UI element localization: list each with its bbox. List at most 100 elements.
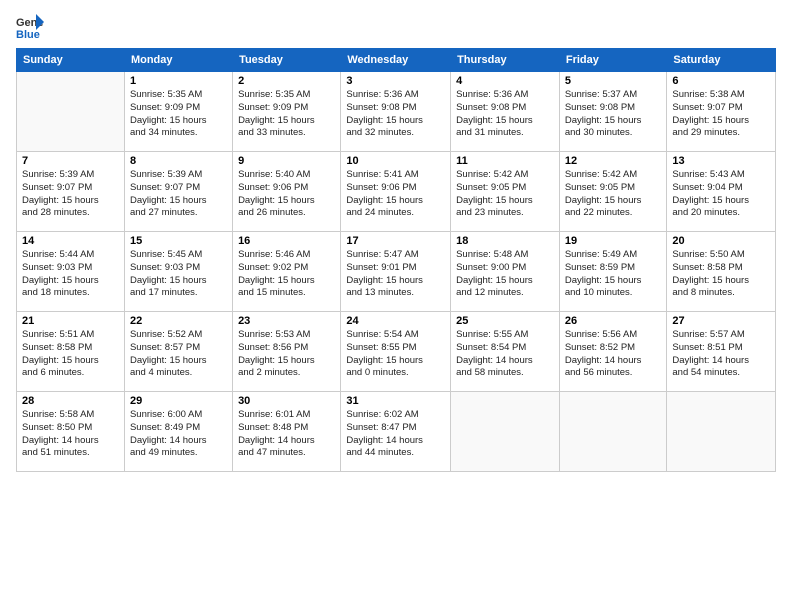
day-number: 8 bbox=[130, 155, 227, 167]
cell-content: Sunrise: 5:52 AMSunset: 8:57 PMDaylight:… bbox=[130, 329, 227, 380]
cell-content: Sunrise: 5:50 AMSunset: 8:58 PMDaylight:… bbox=[672, 249, 770, 300]
cell-content: Sunrise: 5:49 AMSunset: 8:59 PMDaylight:… bbox=[565, 249, 662, 300]
calendar-week-5: 28 Sunrise: 5:58 AMSunset: 8:50 PMDayligh… bbox=[17, 392, 776, 472]
day-number: 30 bbox=[238, 395, 335, 407]
calendar-cell: 28 Sunrise: 5:58 AMSunset: 8:50 PMDayligh… bbox=[17, 392, 125, 472]
weekday-header-monday: Monday bbox=[124, 49, 232, 72]
calendar-cell: 22Sunrise: 5:52 AMSunset: 8:57 PMDayligh… bbox=[124, 312, 232, 392]
day-number: 9 bbox=[238, 155, 335, 167]
calendar-cell: 23 Sunrise: 5:53 AMSunset: 8:56 PMDayligh… bbox=[233, 312, 341, 392]
cell-content: Sunrise: 5:43 AMSunset: 9:04 PMDaylight:… bbox=[672, 169, 770, 220]
calendar-cell: 10 Sunrise: 5:41 AMSunset: 9:06 PMDayligh… bbox=[341, 152, 451, 232]
day-number: 15 bbox=[130, 235, 227, 247]
calendar-cell: 6 Sunrise: 5:38 AMSunset: 9:07 PMDaylight… bbox=[667, 72, 776, 152]
calendar-cell bbox=[451, 392, 560, 472]
calendar-week-4: 21 Sunrise: 5:51 AMSunset: 8:58 PMDayligh… bbox=[17, 312, 776, 392]
calendar-cell bbox=[17, 72, 125, 152]
weekday-header-sunday: Sunday bbox=[17, 49, 125, 72]
cell-content: Sunrise: 5:51 AMSunset: 8:58 PMDaylight:… bbox=[22, 329, 119, 380]
cell-content: Sunrise: 5:36 AMSunset: 9:08 PMDaylight:… bbox=[456, 89, 554, 140]
calendar-cell: 15 Sunrise: 5:45 AMSunset: 9:03 PMDayligh… bbox=[124, 232, 232, 312]
day-number: 3 bbox=[346, 75, 445, 87]
calendar-cell bbox=[559, 392, 667, 472]
calendar-cell bbox=[667, 392, 776, 472]
calendar-cell: 13 Sunrise: 5:43 AMSunset: 9:04 PMDayligh… bbox=[667, 152, 776, 232]
weekday-header-tuesday: Tuesday bbox=[233, 49, 341, 72]
calendar-cell: 14 Sunrise: 5:44 AMSunset: 9:03 PMDayligh… bbox=[17, 232, 125, 312]
day-number: 11 bbox=[456, 155, 554, 167]
calendar-cell: 2Sunrise: 5:35 AMSunset: 9:09 PMDaylight… bbox=[233, 72, 341, 152]
calendar-cell: 31 Sunrise: 6:02 AMSunset: 8:47 PMDayligh… bbox=[341, 392, 451, 472]
cell-content: Sunrise: 5:38 AMSunset: 9:07 PMDaylight:… bbox=[672, 89, 770, 140]
calendar-table: SundayMondayTuesdayWednesdayThursdayFrid… bbox=[16, 48, 776, 472]
calendar-cell: 25 Sunrise: 5:55 AMSunset: 8:54 PMDayligh… bbox=[451, 312, 560, 392]
cell-content: Sunrise: 5:40 AMSunset: 9:06 PMDaylight:… bbox=[238, 169, 335, 220]
cell-content: Sunrise: 5:36 AMSunset: 9:08 PMDaylight:… bbox=[346, 89, 445, 140]
calendar-cell: 24Sunrise: 5:54 AMSunset: 8:55 PMDayligh… bbox=[341, 312, 451, 392]
calendar-header: SundayMondayTuesdayWednesdayThursdayFrid… bbox=[17, 49, 776, 72]
day-number: 17 bbox=[346, 235, 445, 247]
calendar-cell: 5Sunrise: 5:37 AMSunset: 9:08 PMDaylight… bbox=[559, 72, 667, 152]
day-number: 24 bbox=[346, 315, 445, 327]
cell-content: Sunrise: 5:42 AMSunset: 9:05 PMDaylight:… bbox=[565, 169, 662, 220]
logo-icon: General Blue bbox=[16, 12, 44, 40]
calendar-cell: 3 Sunrise: 5:36 AMSunset: 9:08 PMDaylight… bbox=[341, 72, 451, 152]
day-number: 1 bbox=[130, 75, 227, 87]
calendar-cell: 29 Sunrise: 6:00 AMSunset: 8:49 PMDayligh… bbox=[124, 392, 232, 472]
cell-content: Sunrise: 6:02 AMSunset: 8:47 PMDaylight:… bbox=[346, 409, 445, 460]
cell-content: Sunrise: 5:44 AMSunset: 9:03 PMDaylight:… bbox=[22, 249, 119, 300]
header: General Blue bbox=[16, 12, 776, 40]
weekday-header-row: SundayMondayTuesdayWednesdayThursdayFrid… bbox=[17, 49, 776, 72]
day-number: 19 bbox=[565, 235, 662, 247]
calendar-cell: 27 Sunrise: 5:57 AMSunset: 8:51 PMDayligh… bbox=[667, 312, 776, 392]
calendar-cell: 11Sunrise: 5:42 AMSunset: 9:05 PMDayligh… bbox=[451, 152, 560, 232]
calendar-page: General Blue SundayMondayTuesdayWednesda… bbox=[0, 0, 792, 612]
day-number: 23 bbox=[238, 315, 335, 327]
cell-content: Sunrise: 5:41 AMSunset: 9:06 PMDaylight:… bbox=[346, 169, 445, 220]
calendar-cell: 20Sunrise: 5:50 AMSunset: 8:58 PMDayligh… bbox=[667, 232, 776, 312]
day-number: 7 bbox=[22, 155, 119, 167]
cell-content: Sunrise: 5:55 AMSunset: 8:54 PMDaylight:… bbox=[456, 329, 554, 380]
cell-content: Sunrise: 6:00 AMSunset: 8:49 PMDaylight:… bbox=[130, 409, 227, 460]
calendar-cell: 12Sunrise: 5:42 AMSunset: 9:05 PMDayligh… bbox=[559, 152, 667, 232]
day-number: 27 bbox=[672, 315, 770, 327]
calendar-cell: 17 Sunrise: 5:47 AMSunset: 9:01 PMDayligh… bbox=[341, 232, 451, 312]
calendar-cell: 19 Sunrise: 5:49 AMSunset: 8:59 PMDayligh… bbox=[559, 232, 667, 312]
cell-content: Sunrise: 5:46 AMSunset: 9:02 PMDaylight:… bbox=[238, 249, 335, 300]
day-number: 4 bbox=[456, 75, 554, 87]
logo: General Blue bbox=[16, 12, 48, 40]
weekday-header-thursday: Thursday bbox=[451, 49, 560, 72]
cell-content: Sunrise: 5:35 AMSunset: 9:09 PMDaylight:… bbox=[238, 89, 335, 140]
calendar-cell: 1 Sunrise: 5:35 AMSunset: 9:09 PMDaylight… bbox=[124, 72, 232, 152]
calendar-week-3: 14 Sunrise: 5:44 AMSunset: 9:03 PMDayligh… bbox=[17, 232, 776, 312]
day-number: 5 bbox=[565, 75, 662, 87]
calendar-cell: 16Sunrise: 5:46 AMSunset: 9:02 PMDayligh… bbox=[233, 232, 341, 312]
weekday-header-saturday: Saturday bbox=[667, 49, 776, 72]
day-number: 21 bbox=[22, 315, 119, 327]
calendar-cell: 9 Sunrise: 5:40 AMSunset: 9:06 PMDaylight… bbox=[233, 152, 341, 232]
calendar-cell: 18Sunrise: 5:48 AMSunset: 9:00 PMDayligh… bbox=[451, 232, 560, 312]
cell-content: Sunrise: 5:39 AMSunset: 9:07 PMDaylight:… bbox=[22, 169, 119, 220]
cell-content: Sunrise: 5:45 AMSunset: 9:03 PMDaylight:… bbox=[130, 249, 227, 300]
cell-content: Sunrise: 5:56 AMSunset: 8:52 PMDaylight:… bbox=[565, 329, 662, 380]
cell-content: Sunrise: 5:58 AMSunset: 8:50 PMDaylight:… bbox=[22, 409, 119, 460]
weekday-header-friday: Friday bbox=[559, 49, 667, 72]
cell-content: Sunrise: 5:57 AMSunset: 8:51 PMDaylight:… bbox=[672, 329, 770, 380]
day-number: 25 bbox=[456, 315, 554, 327]
calendar-cell: 30Sunrise: 6:01 AMSunset: 8:48 PMDayligh… bbox=[233, 392, 341, 472]
cell-content: Sunrise: 5:35 AMSunset: 9:09 PMDaylight:… bbox=[130, 89, 227, 140]
day-number: 29 bbox=[130, 395, 227, 407]
cell-content: Sunrise: 5:47 AMSunset: 9:01 PMDaylight:… bbox=[346, 249, 445, 300]
day-number: 13 bbox=[672, 155, 770, 167]
weekday-header-wednesday: Wednesday bbox=[341, 49, 451, 72]
day-number: 28 bbox=[22, 395, 119, 407]
day-number: 10 bbox=[346, 155, 445, 167]
calendar-cell: 21 Sunrise: 5:51 AMSunset: 8:58 PMDayligh… bbox=[17, 312, 125, 392]
day-number: 14 bbox=[22, 235, 119, 247]
day-number: 6 bbox=[672, 75, 770, 87]
cell-content: Sunrise: 5:53 AMSunset: 8:56 PMDaylight:… bbox=[238, 329, 335, 380]
calendar-cell: 7 Sunrise: 5:39 AMSunset: 9:07 PMDaylight… bbox=[17, 152, 125, 232]
calendar-body: 1 Sunrise: 5:35 AMSunset: 9:09 PMDaylight… bbox=[17, 72, 776, 472]
cell-content: Sunrise: 5:48 AMSunset: 9:00 PMDaylight:… bbox=[456, 249, 554, 300]
day-number: 31 bbox=[346, 395, 445, 407]
